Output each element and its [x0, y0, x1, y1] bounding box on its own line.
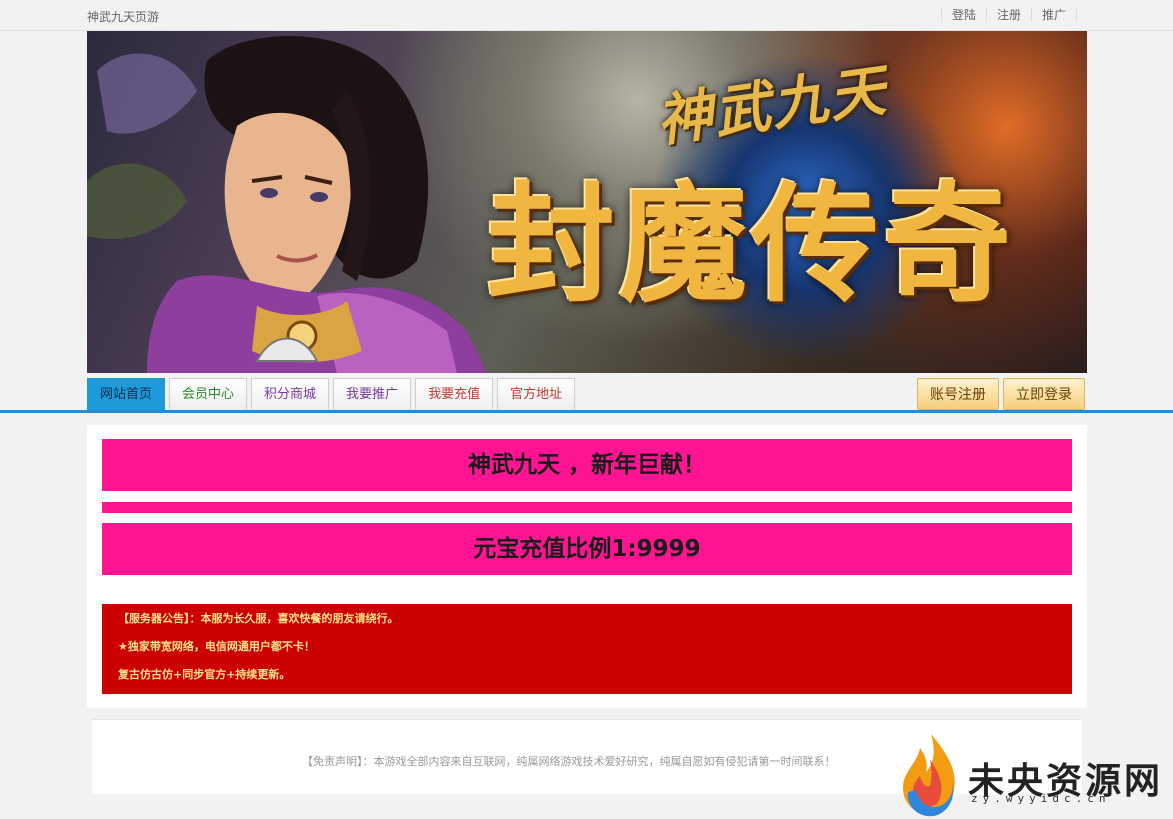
nav-tabs: 网站首页 会员中心 积分商城 我要推广 我要充值 官方地址 [87, 378, 579, 410]
login-link[interactable]: 登陆 [940, 8, 986, 22]
promo-banner-recharge-ratio: 元宝充值比例1:9999 [102, 523, 1072, 575]
watermark-url: zy.wyyidc.cn [971, 792, 1111, 805]
tab-official-address[interactable]: 官方地址 [497, 378, 576, 410]
nav-account-actions: 账号注册 立即登录 [917, 378, 1089, 410]
login-now-button[interactable]: 立即登录 [1003, 378, 1085, 410]
top-links: 登陆 注册 推广 [940, 8, 1077, 22]
notice-line: ★独家带宽网络，电信网通用户都不卡！ [118, 640, 315, 653]
site-name: 神武九天页游 [87, 10, 160, 24]
hero-character-illustration [87, 36, 487, 373]
account-register-button[interactable]: 账号注册 [917, 378, 999, 410]
notice-line: 【服务器公告】：本服为长久服，喜欢快餐的朋友请绕行。 [118, 612, 399, 625]
tab-recharge[interactable]: 我要充值 [415, 378, 494, 410]
main-nav: 网站首页 会员中心 积分商城 我要推广 我要充值 官方地址 账号注册 立即登录 [0, 373, 1173, 413]
promo-banner-new-year: 神武九天 ，新年巨献！ [102, 439, 1072, 491]
register-link[interactable]: 注册 [985, 8, 1031, 22]
promote-link[interactable]: 推广 [1030, 8, 1077, 22]
promo-divider [102, 502, 1072, 513]
disclaimer-text: 【免责声明】：本游戏全部内容来自互联网，纯属网络游戏技术爱好研究，纯属自愿如有侵… [302, 755, 836, 768]
main-content: 神武九天 ，新年巨献！ 元宝充值比例1:9999 【服务器公告】：本服为长久服，… [87, 425, 1087, 708]
game-logo-large: 封魔传奇 [487, 170, 1016, 320]
tab-points-mall[interactable]: 积分商城 [251, 378, 330, 410]
tab-home[interactable]: 网站首页 [87, 378, 166, 410]
game-logo-small: 神武九天 [652, 57, 892, 155]
tab-promote[interactable]: 我要推广 [333, 378, 412, 410]
game-banner: 神武九天 封魔传奇 [87, 31, 1087, 373]
server-notice-box: 【服务器公告】：本服为长久服，喜欢快餐的朋友请绕行。 ★独家带宽网络，电信网通用… [102, 604, 1072, 694]
top-bar: 神武九天页游 登陆 注册 推广 [0, 0, 1173, 31]
tab-member-center[interactable]: 会员中心 [169, 378, 248, 410]
notice-line: 复古仿古仿+同步官方+持续更新。 [118, 668, 291, 681]
flame-logo-icon [902, 734, 955, 817]
site-watermark: 未央资源网 zy.wyyidc.cn [896, 730, 1173, 819]
